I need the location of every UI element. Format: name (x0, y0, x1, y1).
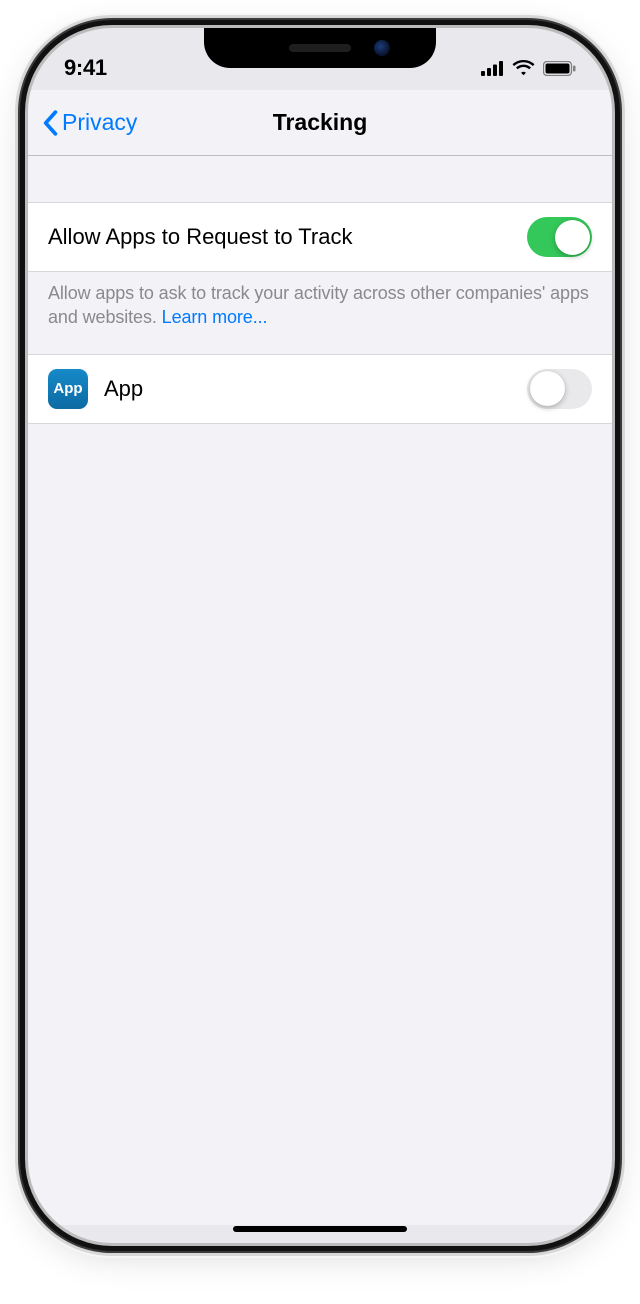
footer-description: Allow apps to ask to track your activity… (48, 283, 589, 327)
app-icon: App (48, 369, 88, 409)
back-button[interactable]: Privacy (42, 109, 137, 136)
settings-content[interactable]: Allow Apps to Request to Track Allow app… (28, 156, 612, 1225)
cellular-icon (481, 61, 504, 76)
status-icons (481, 60, 576, 77)
home-indicator[interactable] (233, 1226, 407, 1232)
speaker-grille (289, 44, 351, 52)
back-label: Privacy (62, 109, 137, 136)
battery-icon (543, 61, 576, 76)
phone-frame: 9:41 Privacy Tracking Allow Apps to Requ… (28, 28, 612, 1243)
front-camera (374, 40, 390, 56)
notch (204, 28, 436, 68)
wifi-icon (512, 60, 535, 77)
app-label: App (104, 376, 527, 402)
chevron-left-icon (42, 110, 58, 136)
page-title: Tracking (273, 109, 368, 136)
app-row: App App (28, 354, 612, 424)
status-time: 9:41 (64, 55, 107, 81)
section-footer: Allow apps to ask to track your activity… (28, 272, 612, 354)
learn-more-link[interactable]: Learn more... (162, 307, 268, 327)
app-list: App App (28, 354, 612, 424)
app-tracking-switch[interactable] (527, 369, 592, 409)
allow-tracking-label: Allow Apps to Request to Track (48, 224, 527, 250)
allow-tracking-row: Allow Apps to Request to Track (28, 202, 612, 272)
nav-header: Privacy Tracking (28, 90, 612, 156)
allow-tracking-switch[interactable] (527, 217, 592, 257)
